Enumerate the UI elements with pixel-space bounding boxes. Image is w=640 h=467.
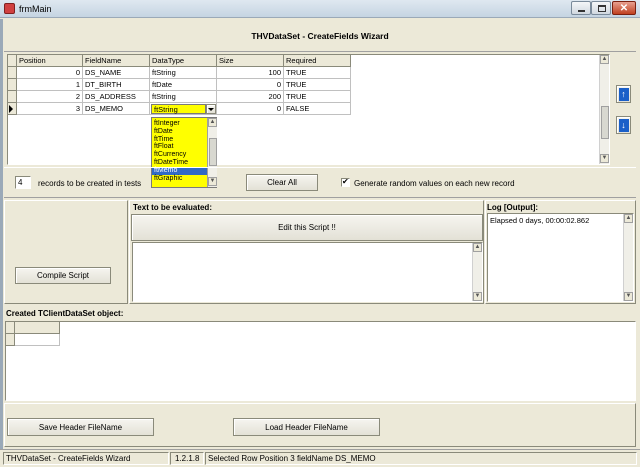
dropdown-arrow-icon: [208, 107, 214, 111]
checkbox-check-icon: ✔: [342, 177, 349, 186]
window-title: frmMain: [19, 4, 52, 14]
compile-panel: [4, 200, 128, 304]
move-down-button[interactable]: ↓: [616, 116, 631, 134]
cell-required[interactable]: FALSE: [284, 103, 351, 115]
cell-datatype[interactable]: ftString: [150, 67, 217, 79]
scroll-thumb[interactable]: [601, 106, 609, 139]
dropdown-option[interactable]: ftFloat: [152, 143, 207, 151]
cell-required[interactable]: TRUE: [284, 91, 351, 103]
column-header-position[interactable]: Position: [17, 55, 83, 67]
row-indicator[interactable]: [8, 103, 17, 115]
dropdown-option[interactable]: ftInteger: [152, 120, 207, 128]
row-indicator[interactable]: [8, 91, 17, 103]
random-values-checkbox[interactable]: ✔: [341, 177, 350, 187]
cell-size[interactable]: 200: [217, 91, 284, 103]
column-header-fieldname[interactable]: FieldName: [83, 55, 150, 67]
edit-script-button[interactable]: Edit this Script !!: [131, 214, 483, 241]
dropdown-option[interactable]: ftDateTime: [152, 159, 207, 167]
script-label: Text to be evaluated:: [133, 203, 212, 212]
script-textarea[interactable]: ▲ ▼: [132, 242, 483, 302]
maximize-icon: [598, 5, 606, 12]
load-header-button[interactable]: Load Header FileName: [233, 418, 380, 436]
compile-script-button[interactable]: Compile Script: [15, 267, 111, 284]
cell-position[interactable]: 2: [17, 91, 83, 103]
log-scroll-up[interactable]: ▲: [624, 214, 633, 223]
created-dataset-label: Created TClientDataSet object:: [6, 309, 124, 318]
grid-vertical-scrollbar[interactable]: ▲ ▼: [599, 55, 609, 164]
status-bar: THVDataSet - CreateFields Wizard 1.2.1.8…: [0, 449, 640, 467]
clear-all-button[interactable]: Clear All: [246, 174, 318, 191]
minimize-icon: [578, 10, 585, 12]
scroll-up-button[interactable]: ▲: [600, 55, 609, 64]
datatype-combo-button[interactable]: [206, 104, 216, 114]
cell-size[interactable]: 0: [217, 103, 284, 115]
grid-indicator-header: [8, 55, 17, 67]
cell-fieldname[interactable]: DS_ADDRESS: [83, 91, 150, 103]
dataset-grid-row-indicator: [6, 334, 15, 346]
window-title-bar: frmMain ✕: [0, 0, 640, 18]
dataset-grid-corner: [6, 322, 15, 334]
cell-required[interactable]: TRUE: [284, 79, 351, 91]
dataset-grid-header: [15, 322, 60, 334]
wizard-title: THVDataSet - CreateFields Wizard: [251, 31, 389, 41]
fields-grid[interactable]: Position FieldName DataType Size Require…: [7, 54, 610, 165]
status-app-name: THVDataSet - CreateFields Wizard: [3, 452, 169, 465]
datatype-combo-value[interactable]: ftString: [151, 104, 206, 114]
status-message: Selected Row Position 3 fieldName DS_MEM…: [205, 452, 637, 465]
cell-size[interactable]: 100: [217, 67, 284, 79]
log-output[interactable]: Elapsed 0 days, 00:00:02.862 ▲ ▼: [487, 213, 634, 302]
dropdown-option[interactable]: ftTime: [152, 136, 207, 144]
cell-position[interactable]: 0: [17, 67, 83, 79]
dropdown-scroll-thumb[interactable]: [209, 138, 217, 166]
script-scroll-down[interactable]: ▼: [473, 292, 482, 301]
cell-position[interactable]: 1: [17, 79, 83, 91]
left-frame-strip: [0, 19, 3, 459]
dropdown-scroll-up[interactable]: ▲: [208, 118, 217, 127]
close-icon: ✕: [619, 3, 629, 14]
close-button[interactable]: ✕: [612, 1, 636, 15]
cell-fieldname[interactable]: DS_MEMO: [83, 103, 150, 115]
cell-datatype[interactable]: ftString: [150, 91, 217, 103]
log-scrollbar[interactable]: ▲ ▼: [623, 214, 633, 301]
arrow-down-icon: ↓: [618, 118, 629, 132]
random-values-label: Generate random values on each new recor…: [354, 179, 515, 188]
row-indicator[interactable]: [8, 67, 17, 79]
row-indicator-icon: [9, 105, 13, 113]
column-header-required[interactable]: Required: [284, 55, 351, 67]
column-header-size[interactable]: Size: [217, 55, 284, 67]
status-version: 1.2.1.8: [170, 452, 204, 465]
column-header-datatype[interactable]: DataType: [150, 55, 217, 67]
script-scrollbar[interactable]: ▲ ▼: [472, 243, 482, 301]
minimize-button[interactable]: [571, 1, 591, 15]
dropdown-option[interactable]: ftDate: [152, 128, 207, 136]
cell-datatype[interactable]: ftDate: [150, 79, 217, 91]
app-icon: [4, 3, 15, 14]
created-dataset-grid[interactable]: [5, 321, 636, 401]
cell-position[interactable]: 3: [17, 103, 83, 115]
move-up-button[interactable]: ↑: [616, 85, 631, 103]
save-header-button[interactable]: Save Header FileName: [7, 418, 154, 436]
records-count-input[interactable]: 4: [15, 176, 31, 189]
maximize-button[interactable]: [591, 1, 611, 15]
dataset-grid-cell[interactable]: [15, 334, 60, 346]
log-label: Log [Output]:: [487, 203, 539, 212]
cell-fieldname[interactable]: DS_NAME: [83, 67, 150, 79]
cell-required[interactable]: TRUE: [284, 67, 351, 79]
log-text: Elapsed 0 days, 00:00:02.862: [490, 216, 590, 225]
scroll-down-button[interactable]: ▼: [600, 154, 609, 163]
datatype-combo[interactable]: ftString: [150, 103, 217, 115]
cell-size[interactable]: 0: [217, 79, 284, 91]
dropdown-option[interactable]: ftCurrency: [152, 151, 207, 159]
row-indicator[interactable]: [8, 79, 17, 91]
cell-fieldname[interactable]: DT_BIRTH: [83, 79, 150, 91]
arrow-up-icon: ↑: [618, 87, 629, 101]
records-count-label: records to be created in tests: [38, 179, 142, 188]
script-scroll-up[interactable]: ▲: [473, 243, 482, 252]
wizard-header-panel: THVDataSet - CreateFields Wizard: [4, 20, 636, 52]
log-scroll-down[interactable]: ▼: [624, 292, 633, 301]
